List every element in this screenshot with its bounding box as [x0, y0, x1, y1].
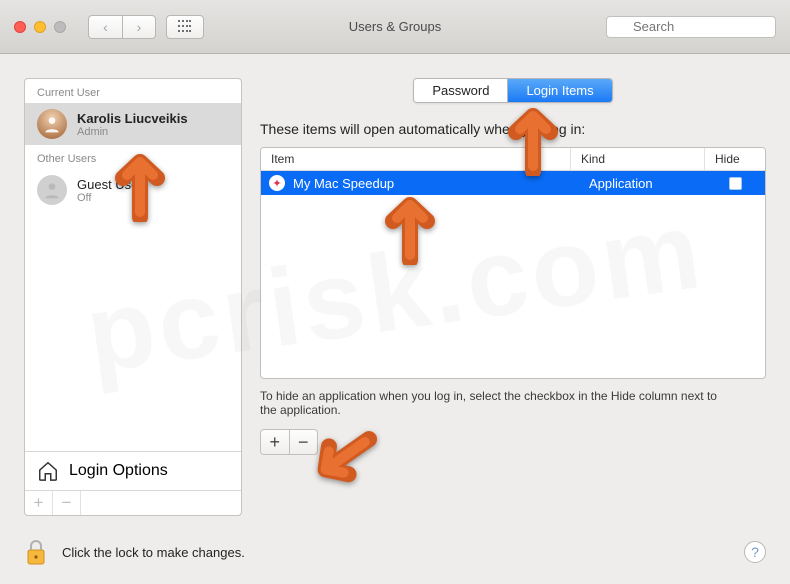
intro-text: These items will open automatically when…: [260, 121, 766, 137]
maximize-button[interactable]: [54, 21, 66, 33]
plus-icon: +: [269, 432, 280, 453]
avatar: [37, 109, 67, 139]
row-item-name: My Mac Speedup: [293, 176, 579, 191]
window-title: Users & Groups: [349, 19, 441, 34]
guest-user-name: Guest User: [77, 177, 143, 192]
sidebar-guest-user-row[interactable]: Guest User Off: [25, 169, 241, 211]
sidebar-current-user-row[interactable]: Karolis Liucveikis Admin: [25, 103, 241, 145]
hide-checkbox[interactable]: [729, 177, 742, 190]
forward-button[interactable]: ›: [122, 15, 156, 39]
sidebar-add-user-button: +: [25, 491, 53, 515]
login-options-label: Login Options: [69, 462, 168, 480]
row-item-kind: Application: [579, 176, 705, 191]
window-controls: [14, 21, 66, 33]
sidebar-footer: + −: [25, 490, 241, 515]
app-icon: ✦: [269, 175, 285, 191]
hint-text: To hide an application when you log in, …: [260, 389, 720, 417]
tab-login-items[interactable]: Login Items: [508, 79, 611, 102]
close-button[interactable]: [14, 21, 26, 33]
sidebar-remove-user-button: −: [53, 491, 81, 515]
tab-password[interactable]: Password: [414, 79, 508, 102]
show-all-button[interactable]: [166, 15, 204, 39]
col-header-hide[interactable]: Hide: [705, 148, 765, 170]
minimize-button[interactable]: [34, 21, 46, 33]
add-login-item-button[interactable]: +: [261, 430, 290, 454]
remove-login-item-button[interactable]: −: [290, 430, 318, 454]
grid-icon: [178, 20, 192, 34]
current-user-name: Karolis Liucveikis: [77, 111, 188, 126]
login-items-table: Item Kind Hide ✦ My Mac Speedup Applicat…: [260, 147, 766, 379]
sidebar-current-user-label: Current User: [25, 79, 241, 103]
search-input[interactable]: [606, 16, 776, 38]
lock-icon[interactable]: [24, 538, 48, 566]
back-button[interactable]: ‹: [88, 15, 122, 39]
minus-icon: −: [298, 432, 309, 453]
chevron-left-icon: ‹: [103, 19, 108, 35]
guest-user-status: Off: [77, 192, 143, 204]
table-row[interactable]: ✦ My Mac Speedup Application: [261, 171, 765, 195]
sidebar: Current User Karolis Liucveikis Admin Ot…: [24, 78, 242, 516]
login-options-button[interactable]: Login Options: [25, 451, 241, 490]
right-panel: Password Login Items These items will op…: [260, 78, 766, 516]
sidebar-other-users-label: Other Users: [25, 145, 241, 169]
add-remove-box: + −: [260, 429, 318, 455]
search-field-wrap: [606, 16, 776, 38]
help-button[interactable]: ?: [744, 541, 766, 563]
col-header-item[interactable]: Item: [261, 148, 571, 170]
segmented-tabs: Password Login Items: [413, 78, 612, 103]
compass-icon: ✦: [272, 177, 281, 190]
content: Current User Karolis Liucveikis Admin Ot…: [0, 54, 790, 584]
table-header: Item Kind Hide: [261, 148, 765, 171]
lock-text: Click the lock to make changes.: [62, 545, 730, 560]
guest-avatar-icon: [37, 175, 67, 205]
plus-icon: +: [34, 493, 44, 513]
nav-buttons: ‹ ›: [88, 15, 156, 39]
question-icon: ?: [751, 544, 759, 560]
current-user-role: Admin: [77, 126, 188, 138]
home-icon: [37, 460, 59, 482]
toolbar: ‹ › Users & Groups: [0, 0, 790, 54]
lock-row: Click the lock to make changes. ?: [24, 534, 766, 566]
chevron-right-icon: ›: [137, 19, 142, 35]
col-header-kind[interactable]: Kind: [571, 148, 705, 170]
minus-icon: −: [62, 493, 72, 513]
